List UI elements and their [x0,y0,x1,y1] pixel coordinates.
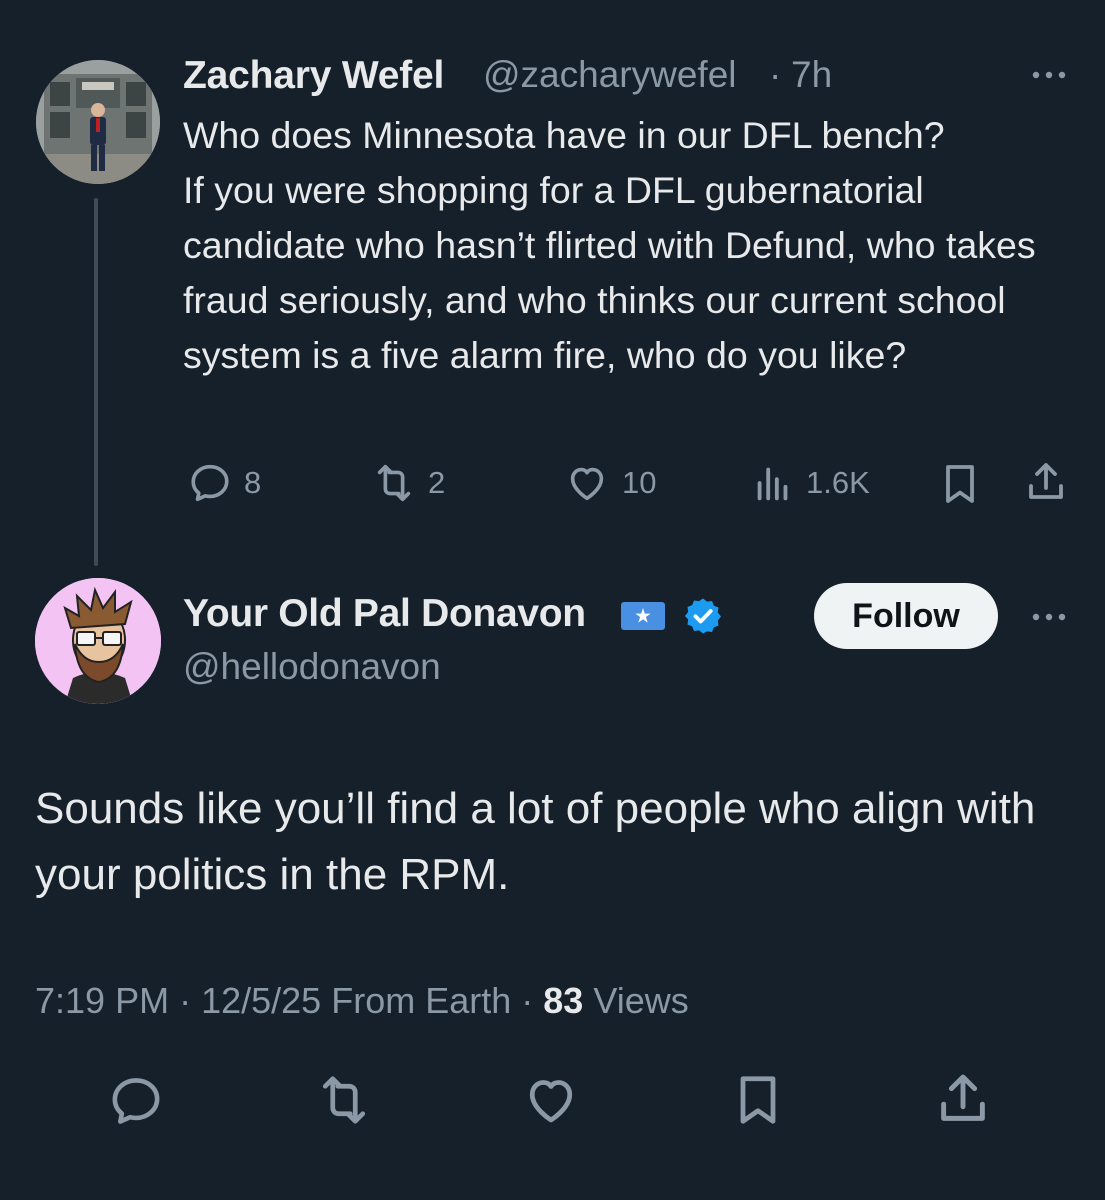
avatar-zachary-wefel[interactable] [36,60,160,184]
like-button[interactable] [520,1070,582,1130]
reply-button[interactable] [106,1072,166,1130]
reply-text: Sounds like you’ll find a lot of people … [35,784,1036,899]
avatar-donavon[interactable] [35,578,161,704]
views-count: 83 [543,980,584,1021]
repost-icon [377,464,411,502]
bookmark-button[interactable] [936,460,984,513]
repost-button[interactable]: 2 [368,460,445,506]
views-label: Views [593,980,689,1021]
bookmark-button[interactable] [728,1068,788,1132]
separator-dot: · [769,54,782,95]
tweet-time[interactable]: 7h [791,54,832,96]
somalia-flag-icon [621,602,665,630]
reply-count: 8 [244,465,262,500]
author-name[interactable]: Zachary Wefel [183,54,444,98]
tweet-text: Who does Minnesota have in our DFL bench… [183,114,1036,376]
more-icon[interactable] [1028,602,1070,632]
verified-badge-icon [683,596,723,636]
views-count: 1.6K [806,465,870,500]
reply-icon [191,464,229,502]
repost-icon [322,1076,366,1124]
views-button[interactable]: 1.6K [750,460,870,506]
author-handle[interactable]: @hellodonavon [183,646,441,688]
like-button[interactable]: 10 [562,460,656,506]
views-icon [757,467,788,501]
share-icon [1029,463,1063,499]
reply-button[interactable]: 8 [186,460,261,506]
like-count: 10 [622,465,657,500]
thread-connector-line [94,198,98,566]
share-button[interactable] [932,1068,994,1130]
author-handle[interactable]: @zacharywefel [483,54,737,96]
follow-button[interactable]: Follow [814,583,998,649]
share-icon [941,1074,985,1121]
repost-button[interactable] [312,1070,376,1130]
more-icon[interactable] [1028,60,1070,90]
heart-icon [529,1080,573,1123]
heart-icon [570,467,604,501]
share-button[interactable] [1022,458,1070,511]
tweet-time[interactable]: 7:19 PM [35,980,169,1021]
separator-dot: · [511,980,544,1021]
bookmark-icon [946,465,974,503]
separator-dot: · [169,980,202,1021]
bookmark-icon [740,1076,776,1124]
repost-count: 2 [428,465,446,500]
tweet-metadata: 7:19 PM · 12/5/25 From Earth · 83 Views [35,980,689,1022]
reply-icon [112,1078,160,1124]
tweet-date[interactable]: 12/5/25 [201,980,321,1021]
tweet-source: From Earth [331,980,512,1021]
author-name[interactable]: Your Old Pal Donavon [183,592,586,636]
